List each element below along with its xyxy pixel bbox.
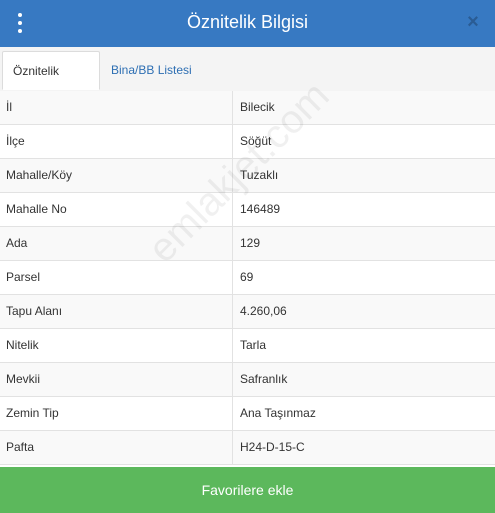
row-label: Mahalle/Köy xyxy=(6,168,73,182)
dialog-header: Öznitelik Bilgisi × xyxy=(0,0,495,47)
tab-building-list[interactable]: Bina/BB Listesi xyxy=(101,51,202,90)
column-divider xyxy=(232,91,233,124)
row-value: 4.260,06 xyxy=(240,304,287,318)
table-row: İlçe Söğüt xyxy=(0,125,495,159)
column-divider xyxy=(232,397,233,430)
table-row: Parsel 69 xyxy=(0,261,495,295)
attribute-table: İl Bilecik İlçe Söğüt Mahalle/Köy Tuzakl… xyxy=(0,91,495,465)
close-icon[interactable]: × xyxy=(463,10,483,34)
column-divider xyxy=(232,159,233,192)
table-row: Mahalle No 146489 xyxy=(0,193,495,227)
row-value: Bilecik xyxy=(240,100,275,114)
row-label: Parsel xyxy=(6,270,41,284)
row-value: Ana Taşınmaz xyxy=(240,406,316,420)
row-label: Mevkii xyxy=(6,372,41,386)
table-row: Tapu Alanı 4.260,06 xyxy=(0,295,495,329)
table-row: Zemin Tip Ana Taşınmaz xyxy=(0,397,495,431)
row-label: Pafta xyxy=(6,440,35,454)
tab-attribute-info[interactable]: Öznitelik Bilgisi xyxy=(2,51,100,116)
column-divider xyxy=(232,193,233,226)
dialog-title: Öznitelik Bilgisi xyxy=(186,12,309,32)
row-value: Safranlık xyxy=(240,372,288,386)
row-value: Tarla xyxy=(240,338,267,352)
row-value: 146489 xyxy=(240,202,281,216)
column-divider xyxy=(232,329,233,362)
table-row: Mahalle/Köy Tuzaklı xyxy=(0,159,495,193)
row-label: İlçe xyxy=(6,134,25,148)
column-divider xyxy=(232,431,233,464)
add-to-favorites-button[interactable]: Favorilere ekle xyxy=(0,467,495,513)
table-row: İl Bilecik xyxy=(0,91,495,125)
row-label: Mahalle No xyxy=(6,202,67,216)
row-value: 129 xyxy=(240,236,261,250)
row-value: Tuzaklı xyxy=(240,168,279,182)
row-label: Tapu Alanı xyxy=(6,304,63,318)
table-row: Nitelik Tarla xyxy=(0,329,495,363)
tab-bar: Öznitelik Bilgisi Bina/BB Listesi xyxy=(0,47,495,116)
table-row: Pafta H24-D-15-C xyxy=(0,431,495,465)
column-divider xyxy=(232,227,233,260)
row-value: Söğüt xyxy=(240,134,272,148)
column-divider xyxy=(232,363,233,396)
column-divider xyxy=(232,261,233,294)
row-value: 69 xyxy=(240,270,254,284)
row-label: Nitelik xyxy=(6,338,39,352)
row-label: Zemin Tip xyxy=(6,406,59,420)
row-label: Ada xyxy=(6,236,28,250)
row-label: İl xyxy=(6,100,12,114)
row-value: H24-D-15-C xyxy=(240,440,305,454)
column-divider xyxy=(232,125,233,158)
table-row: Ada 129 xyxy=(0,227,495,261)
column-divider xyxy=(232,295,233,328)
table-row: Mevkii Safranlık xyxy=(0,363,495,397)
